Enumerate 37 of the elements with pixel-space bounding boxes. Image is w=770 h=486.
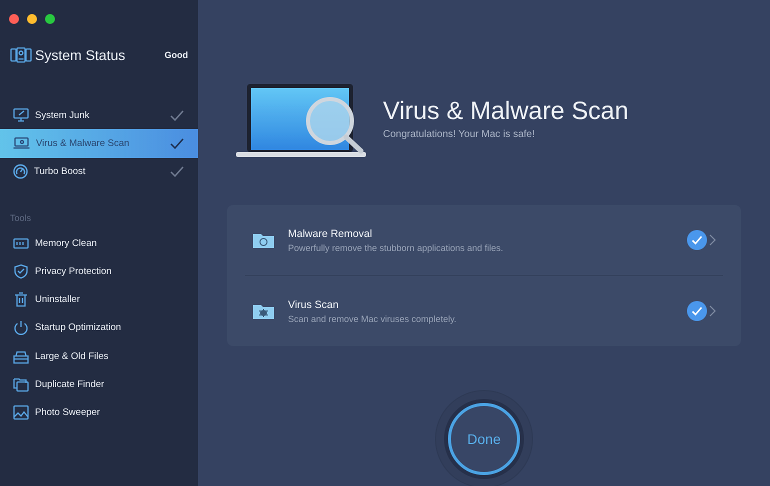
memory-icon [13, 236, 29, 251]
chevron-right-icon [709, 234, 716, 246]
result-description: Powerfully remove the stubborn applications and files. [288, 242, 504, 252]
sidebar-item[interactable]: Startup Optimization [0, 314, 198, 342]
window-close-button[interactable] [9, 14, 19, 24]
page-subtitle: Congratulations! Your Mac is safe! [383, 129, 536, 140]
result-row[interactable]: Malware Removal Powerfully remove the stubborn applications and files. [245, 205, 723, 275]
sidebar-item[interactable]: Privacy Protection [0, 257, 198, 286]
tools-heading: Tools [9, 212, 32, 223]
sidebar-item[interactable]: Virus & Malware Scan [0, 129, 198, 158]
result-title: Virus Scan [288, 298, 340, 310]
folder-bug-icon [252, 302, 275, 320]
drawer-icon [13, 348, 29, 364]
sidebar-item[interactable]: System Junk [0, 101, 198, 130]
trash-icon [13, 292, 29, 308]
result-title: Malware Removal [288, 228, 374, 240]
status-value: Good [164, 50, 188, 60]
result-row[interactable]: Virus Scan Scan and remove Mac viruses completely. [245, 275, 723, 346]
folders-icon [13, 377, 29, 392]
system-status-label: System Status [35, 47, 126, 63]
folder-gear-icon [252, 232, 275, 248]
sidebar-item[interactable]: Memory Clean [0, 228, 198, 258]
sidebar-item[interactable]: Large & Old Files [0, 342, 198, 370]
page-title: Virus & Malware Scan [383, 97, 628, 126]
power-icon [13, 320, 29, 336]
sidebar-item[interactable]: Photo Sweeper [0, 398, 198, 427]
chevron-right-icon [709, 305, 716, 317]
sidebar-item[interactable]: Turbo Boost [0, 158, 198, 186]
window-minimize-button[interactable] [27, 14, 37, 24]
sidebar-item[interactable]: Uninstaller [0, 285, 198, 314]
result-description: Scan and remove Mac viruses completely. [288, 314, 458, 324]
gauge-icon [13, 164, 28, 180]
sidebar-item[interactable]: Duplicate Finder [0, 370, 198, 399]
image-icon [13, 405, 29, 420]
window-zoom-button[interactable] [45, 14, 55, 24]
laptop-icon [13, 137, 30, 150]
shield-icon [13, 264, 29, 279]
